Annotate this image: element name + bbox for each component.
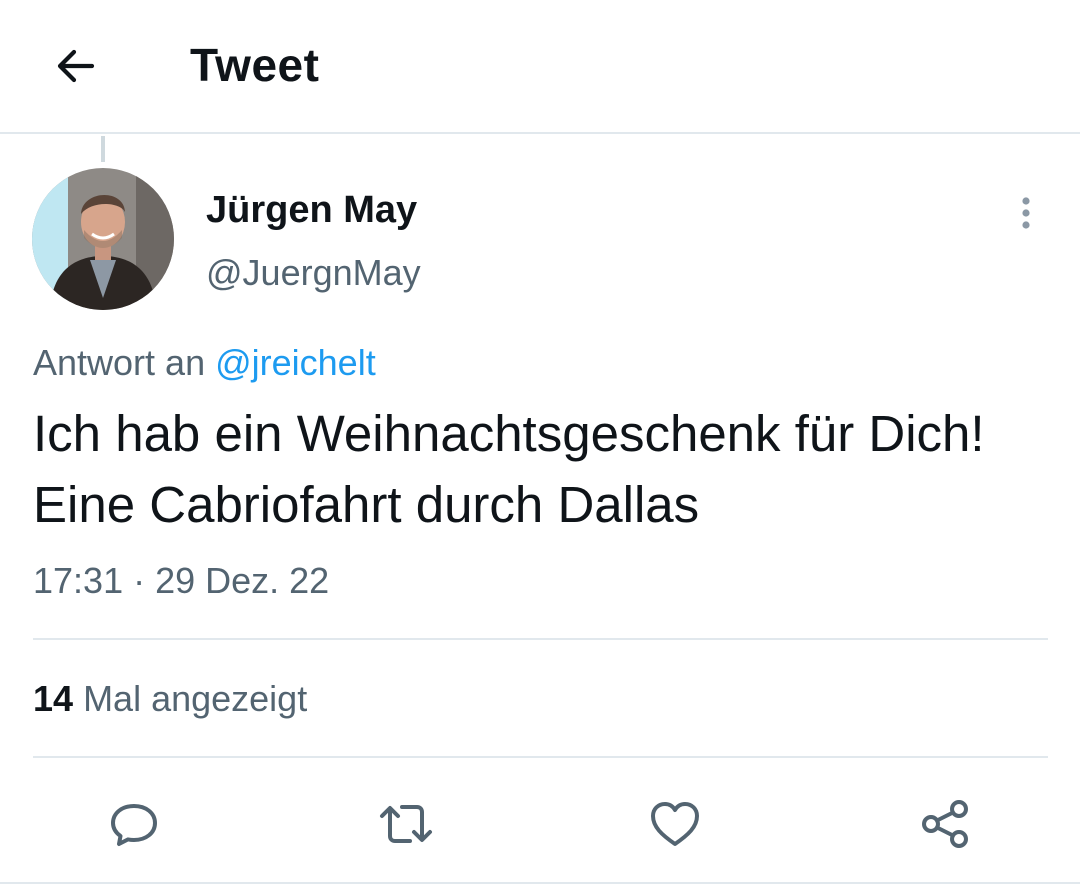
user-avatar-image: [32, 168, 174, 310]
reply-context: Antwort an @jreichelt: [33, 340, 376, 386]
author-display-name[interactable]: Jürgen May: [206, 187, 417, 233]
tweet-text: Ich hab ein Weihnachtsgeschenk für Dich!…: [33, 405, 985, 533]
share-icon: [922, 800, 968, 848]
page-title: Tweet: [190, 39, 320, 91]
more-vertical-icon: [1022, 197, 1030, 229]
more-options-button[interactable]: [1004, 188, 1048, 238]
like-icon: [651, 802, 699, 846]
divider: [33, 756, 1048, 758]
bottom-divider: [0, 882, 1080, 884]
view-count[interactable]: 14 Mal angezeigt: [33, 676, 307, 722]
top-app-bar: Tweet: [0, 0, 1080, 134]
view-count-label: Mal angezeigt: [83, 678, 308, 719]
share-button[interactable]: [915, 794, 975, 854]
reply-icon: [111, 804, 157, 846]
thread-connector-line: [101, 136, 105, 162]
view-count-number: 14: [33, 678, 74, 719]
divider: [33, 638, 1048, 640]
back-button[interactable]: [46, 38, 102, 94]
reply-prefix-label: Antwort an: [33, 342, 206, 383]
retweet-icon: [380, 805, 432, 843]
like-button[interactable]: [645, 794, 705, 854]
tweet-timestamp[interactable]: 17:31 · 29 Dez. 22: [33, 558, 329, 604]
author-handle[interactable]: @JuergnMay: [206, 250, 421, 296]
retweet-button[interactable]: [376, 794, 436, 854]
reply-button[interactable]: [104, 794, 164, 854]
avatar[interactable]: [32, 168, 174, 310]
arrow-left-icon: [57, 49, 95, 83]
reply-to-link[interactable]: @jreichelt: [215, 342, 376, 383]
